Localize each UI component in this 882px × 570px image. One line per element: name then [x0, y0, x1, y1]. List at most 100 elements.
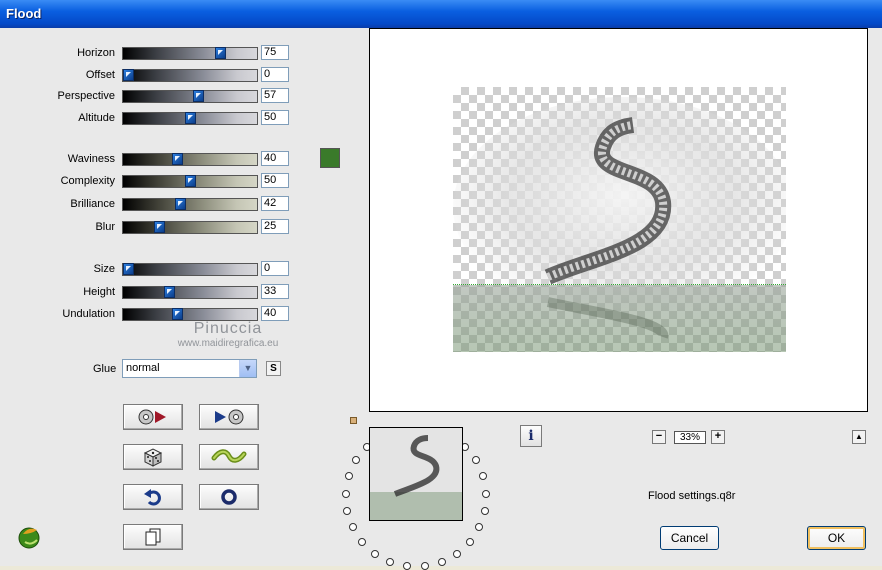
size-slider-thumb[interactable] — [123, 263, 134, 275]
glue-s-button[interactable]: S — [266, 361, 281, 376]
watermark: Pinuccia www.maidiregrafica.eu — [163, 320, 293, 349]
copy-button[interactable] — [123, 524, 183, 550]
blur-slider-thumb[interactable] — [154, 221, 165, 233]
rotation-ring-dot[interactable] — [475, 523, 483, 531]
brilliance-slider-thumb[interactable] — [175, 198, 186, 210]
rotation-ring-dot[interactable] — [386, 558, 394, 566]
horizon-value-input[interactable]: 75 — [261, 45, 289, 60]
complexity-value-input[interactable]: 50 — [261, 173, 289, 188]
slider-row-size: Size 0 — [0, 261, 290, 279]
rotation-ring-dot[interactable] — [358, 538, 366, 546]
ring-icon — [221, 489, 237, 505]
waviness-slider[interactable] — [122, 153, 258, 166]
undulation-value-input[interactable]: 40 — [261, 306, 289, 321]
horizon-label: Horizon — [77, 47, 115, 59]
rotation-ring-dot[interactable] — [472, 456, 480, 464]
slider-row-waviness: Waviness 40 — [0, 151, 290, 169]
rotation-ring-dot[interactable] — [345, 472, 353, 480]
altitude-slider-thumb[interactable] — [185, 112, 196, 124]
rotation-ring-dot[interactable] — [349, 523, 357, 531]
main-preview[interactable] — [369, 28, 868, 412]
zoom-in-button[interactable]: + — [711, 430, 725, 444]
window-title: Flood — [6, 6, 42, 21]
copy-pages-icon — [145, 528, 161, 546]
dice-icon — [143, 448, 163, 467]
complexity-label: Complexity — [60, 175, 115, 187]
disc-arrow-right-icon — [138, 409, 166, 425]
perspective-slider-thumb[interactable] — [193, 90, 204, 102]
complexity-slider-thumb[interactable] — [185, 175, 196, 187]
glue-value: normal — [126, 362, 160, 374]
horizon-line[interactable] — [453, 284, 786, 285]
complexity-slider[interactable] — [122, 175, 258, 188]
rotation-ring-dot[interactable] — [482, 490, 490, 498]
undo-button[interactable] — [123, 484, 183, 510]
glue-label: Glue — [93, 363, 117, 375]
wave-button[interactable] — [199, 444, 259, 470]
offset-label: Offset — [85, 69, 115, 81]
ok-button[interactable]: OK — [807, 526, 866, 550]
rotation-ring-dot[interactable] — [479, 472, 487, 480]
horizon-slider[interactable] — [122, 47, 258, 60]
undulation-slider-thumb[interactable] — [172, 308, 183, 320]
blur-slider[interactable] — [122, 221, 258, 234]
load-preset-button[interactable] — [123, 404, 183, 430]
save-preset-button[interactable] — [199, 404, 259, 430]
offset-slider-thumb[interactable] — [123, 69, 134, 81]
rotation-ring-dot[interactable] — [371, 550, 379, 558]
cancel-button[interactable]: Cancel — [660, 526, 719, 550]
blur-label: Blur — [95, 221, 115, 233]
glue-select[interactable]: normal ▼ — [122, 359, 257, 378]
slider-row-perspective: Perspective 57 — [0, 88, 290, 106]
brilliance-label: Brilliance — [70, 198, 115, 210]
size-slider[interactable] — [122, 263, 258, 276]
altitude-slider[interactable] — [122, 112, 258, 125]
waviness-slider-thumb[interactable] — [172, 153, 183, 165]
size-value-input[interactable]: 0 — [261, 261, 289, 276]
rotation-ring-dot[interactable] — [421, 562, 429, 570]
height-value-input[interactable]: 33 — [261, 284, 289, 299]
settings-file-name: Flood settings.q8r — [648, 490, 736, 502]
navigator-thumbnail[interactable] — [369, 427, 463, 521]
offset-slider[interactable] — [122, 69, 258, 82]
rotation-ring-dot[interactable] — [466, 538, 474, 546]
height-slider-thumb[interactable] — [164, 286, 175, 298]
rotation-ring-dot[interactable] — [342, 490, 350, 498]
rotation-ring-dot[interactable] — [343, 507, 351, 515]
height-label: Height — [83, 286, 115, 298]
waviness-value-input[interactable]: 40 — [261, 151, 289, 166]
blur-value-input[interactable]: 25 — [261, 219, 289, 234]
watermark-site: www.maidiregrafica.eu — [177, 338, 279, 349]
altitude-value-input[interactable]: 50 — [261, 110, 289, 125]
title-bar[interactable]: Flood — [0, 0, 882, 28]
info-button[interactable]: i — [520, 425, 542, 447]
brilliance-value-input[interactable]: 42 — [261, 196, 289, 211]
zoom-out-button[interactable]: − — [652, 430, 666, 444]
brilliance-slider[interactable] — [122, 198, 258, 211]
rotation-ring-dot[interactable] — [481, 507, 489, 515]
slider-row-complexity: Complexity 50 — [0, 173, 290, 191]
rotation-ring-dot[interactable] — [453, 550, 461, 558]
rotation-handle[interactable] — [350, 417, 357, 424]
flood-color-swatch[interactable] — [320, 148, 340, 168]
horizon-slider-thumb[interactable] — [215, 47, 226, 59]
offset-value-input[interactable]: 0 — [261, 67, 289, 82]
slider-row-horizon: Horizon 75 — [0, 45, 290, 63]
collapse-up-button[interactable]: ▲ — [852, 430, 866, 444]
size-label: Size — [93, 263, 115, 275]
waviness-label: Waviness — [67, 153, 115, 165]
rotation-ring-dot[interactable] — [403, 562, 411, 570]
slider-row-altitude: Altitude 50 — [0, 110, 290, 128]
rotation-ring-dot[interactable] — [352, 456, 360, 464]
zoom-level: 33% — [674, 431, 706, 444]
perspective-slider[interactable] — [122, 90, 258, 103]
app-logo-icon — [15, 522, 45, 555]
randomize-button[interactable] — [123, 444, 183, 470]
slider-row-brilliance: Brilliance 42 — [0, 196, 290, 214]
rotation-ring-dot[interactable] — [438, 558, 446, 566]
reset-button[interactable] — [199, 484, 259, 510]
perspective-value-input[interactable]: 57 — [261, 88, 289, 103]
dialog-body: Horizon 75 Offset 0 Perspective 57 Altitude 50 W… — [0, 28, 882, 570]
height-slider[interactable] — [122, 286, 258, 299]
chevron-down-icon[interactable]: ▼ — [239, 360, 256, 377]
